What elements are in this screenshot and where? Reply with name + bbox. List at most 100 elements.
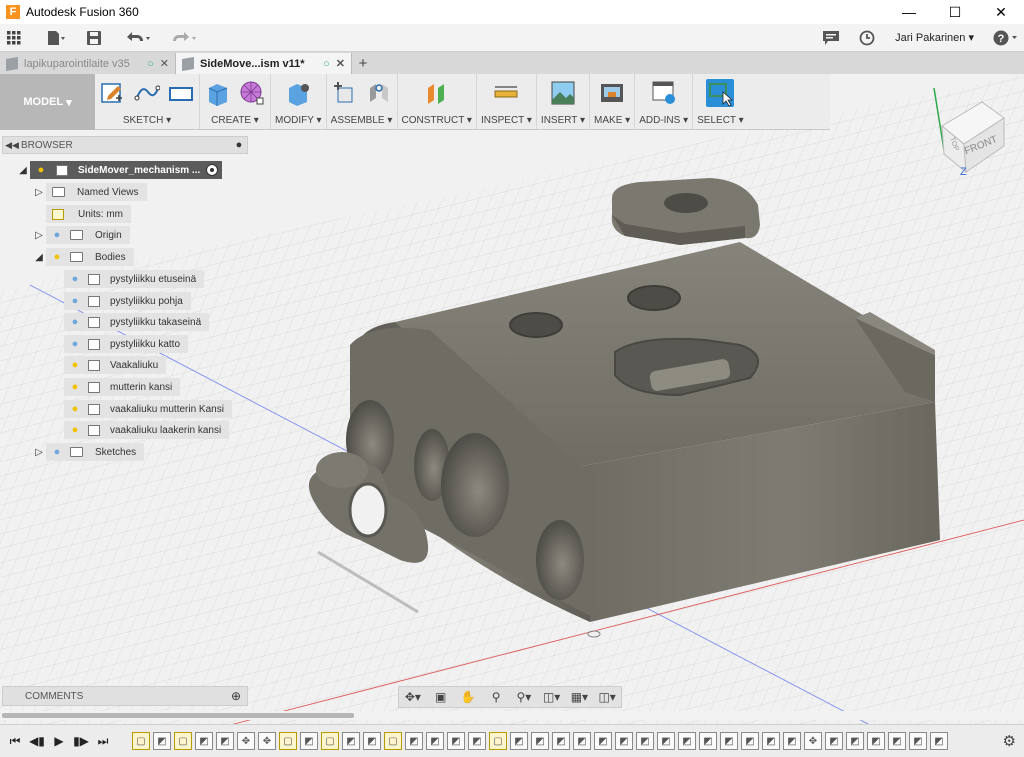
timeline-sketch-icon[interactable]: ▢ <box>174 732 192 750</box>
browser-sketches[interactable]: ▷ ● Sketches <box>32 443 145 461</box>
modify-group[interactable]: MODIFY ▾ <box>271 74 327 129</box>
new-tab-button[interactable]: + <box>352 53 374 74</box>
close-tab-icon[interactable]: ✕ <box>160 57 169 70</box>
timeline-sketch-icon[interactable]: ▢ <box>279 732 297 750</box>
body-item[interactable]: ● pystyliikku etuseinä <box>64 270 205 288</box>
browser-bodies[interactable]: ◢ ● Bodies <box>32 248 134 266</box>
minimize-button[interactable]: — <box>886 0 932 24</box>
step-forward-icon[interactable]: ▮▶ <box>70 730 92 752</box>
visibility-bulb-icon[interactable]: ● <box>68 381 82 393</box>
sketch-group[interactable]: SKETCH ▾ <box>95 74 200 129</box>
help-icon[interactable]: ? <box>988 24 1024 52</box>
browser-origin[interactable]: ▷ ● Origin <box>32 226 130 244</box>
expand-arrow-icon[interactable]: ▷ <box>32 230 46 241</box>
visibility-bulb-icon[interactable]: ● <box>68 359 82 371</box>
timeline-feature-icon[interactable]: ◩ <box>573 732 591 750</box>
select-icon[interactable] <box>706 79 735 107</box>
timeline-sketch-icon[interactable]: ▢ <box>384 732 402 750</box>
timeline-feature-icon[interactable]: ◩ <box>867 732 885 750</box>
zoom-icon[interactable]: ⚲ <box>487 688 505 706</box>
timeline-feature-icon[interactable]: ◩ <box>195 732 213 750</box>
timeline-feature-icon[interactable]: ◩ <box>426 732 444 750</box>
play-icon[interactable]: ▶ <box>48 730 70 752</box>
viewports-icon[interactable]: ◫▾ <box>598 688 616 706</box>
timeline-feature-icon[interactable]: ◩ <box>300 732 318 750</box>
spline-icon[interactable] <box>133 79 161 107</box>
browser-named-views[interactable]: ▷ Named Views <box>32 183 147 201</box>
go-to-start-icon[interactable]: ⏮ <box>4 730 26 752</box>
inspect-menu-label[interactable]: INSPECT ▾ <box>481 115 532 126</box>
visibility-bulb-icon[interactable]: ● <box>68 295 82 307</box>
timeline-feature-icon[interactable]: ◩ <box>741 732 759 750</box>
press-pull-icon[interactable] <box>284 79 312 107</box>
new-component-icon[interactable] <box>331 79 359 107</box>
insert-image-icon[interactable] <box>549 79 577 107</box>
collapse-arrow-icon[interactable]: ◢ <box>16 165 30 176</box>
sketch-menu-label[interactable]: SKETCH ▾ <box>123 115 171 126</box>
construct-menu-label[interactable]: CONSTRUCT ▾ <box>402 115 472 126</box>
body-item[interactable]: ● pystyliikku katto <box>64 335 189 353</box>
timeline-feature-icon[interactable]: ◩ <box>342 732 360 750</box>
add-ins-menu-label[interactable]: ADD-INS ▾ <box>639 115 688 126</box>
pin-panel-icon[interactable]: ● <box>231 139 247 151</box>
timeline-feature-icon[interactable]: ◩ <box>783 732 801 750</box>
extrude-icon[interactable] <box>204 79 232 107</box>
rectangle-icon[interactable] <box>167 79 195 107</box>
go-to-end-icon[interactable]: ⏭ <box>92 730 114 752</box>
step-back-icon[interactable]: ◀▮ <box>26 730 48 752</box>
make-group[interactable]: MAKE ▾ <box>590 74 636 129</box>
joint-icon[interactable] <box>365 79 393 107</box>
timeline-feature-icon[interactable]: ◩ <box>888 732 906 750</box>
close-tab-icon[interactable]: ✕ <box>336 57 345 70</box>
timeline-feature-icon[interactable]: ◩ <box>930 732 948 750</box>
document-tab-2[interactable]: SideMove...ism v11* ○ ✕ <box>176 53 352 74</box>
construct-group[interactable]: CONSTRUCT ▾ <box>398 74 477 129</box>
timeline-sketch-icon[interactable]: ▢ <box>132 732 150 750</box>
pan-hand-icon[interactable]: ✋ <box>459 688 477 706</box>
add-comment-icon[interactable]: ⊕ <box>231 689 241 703</box>
visibility-bulb-icon[interactable]: ● <box>50 229 64 241</box>
visibility-bulb-icon[interactable]: ● <box>68 273 82 285</box>
timeline-feature-icon[interactable]: ◩ <box>846 732 864 750</box>
browser-root-node[interactable]: ◢ ● SideMover_mechanism ... <box>16 161 223 179</box>
measure-icon[interactable] <box>492 79 520 107</box>
grid-settings-icon[interactable]: ▦▾ <box>570 688 588 706</box>
visibility-bulb-icon[interactable]: ● <box>68 403 82 415</box>
collapse-arrow-icon[interactable]: ◢ <box>32 252 46 263</box>
file-menu-icon[interactable] <box>42 24 70 52</box>
maximize-button[interactable]: ☐ <box>932 0 978 24</box>
assemble-group[interactable]: ASSEMBLE ▾ <box>327 74 398 129</box>
timeline-feature-icon[interactable]: ◩ <box>678 732 696 750</box>
redo-icon[interactable] <box>164 24 204 52</box>
body-item[interactable]: ● pystyliikku pohja <box>64 292 191 310</box>
body-item[interactable]: ● Vaakaliuku <box>64 356 167 374</box>
display-settings-icon[interactable]: ◫▾ <box>543 688 561 706</box>
offset-plane-icon[interactable] <box>423 79 451 107</box>
modify-menu-label[interactable]: MODIFY ▾ <box>275 115 322 126</box>
timeline-move-icon[interactable]: ✥ <box>237 732 255 750</box>
workspace-switcher[interactable]: MODEL ▾ <box>0 74 95 130</box>
assemble-menu-label[interactable]: ASSEMBLE ▾ <box>331 115 393 126</box>
document-tab-1[interactable]: lapikuparointilaite v35 ○ ✕ <box>0 53 176 74</box>
viewcube[interactable]: FRONT TOP Z <box>920 74 1020 184</box>
timeline-sketch-icon[interactable]: ▢ <box>489 732 507 750</box>
timeline-feature-icon[interactable]: ◩ <box>909 732 927 750</box>
visibility-bulb-icon[interactable]: ● <box>50 446 64 458</box>
visibility-bulb-icon[interactable]: ● <box>34 164 48 176</box>
inspect-group[interactable]: INSPECT ▾ <box>477 74 537 129</box>
body-item[interactable]: ● pystyliikku takaseinä <box>64 313 210 331</box>
make-menu-label[interactable]: MAKE ▾ <box>594 115 630 126</box>
timeline-feature-icon[interactable]: ◩ <box>468 732 486 750</box>
add-ins-group[interactable]: ADD-INS ▾ <box>635 74 694 129</box>
timeline-feature-icon[interactable]: ◩ <box>657 732 675 750</box>
select-group[interactable]: SELECT ▾ <box>693 74 748 129</box>
collapse-panel-icon[interactable]: ◀◀ <box>3 140 21 151</box>
insert-menu-label[interactable]: INSERT ▾ <box>541 115 585 126</box>
timeline-sketch-icon[interactable]: ▢ <box>321 732 339 750</box>
visibility-bulb-icon[interactable]: ● <box>50 251 64 263</box>
scrollbar-thumb[interactable] <box>2 713 354 718</box>
insert-group[interactable]: INSERT ▾ <box>537 74 591 129</box>
clock-history-icon[interactable] <box>853 24 881 52</box>
timeline-feature-icon[interactable]: ◩ <box>363 732 381 750</box>
timeline-feature-icon[interactable]: ◩ <box>153 732 171 750</box>
